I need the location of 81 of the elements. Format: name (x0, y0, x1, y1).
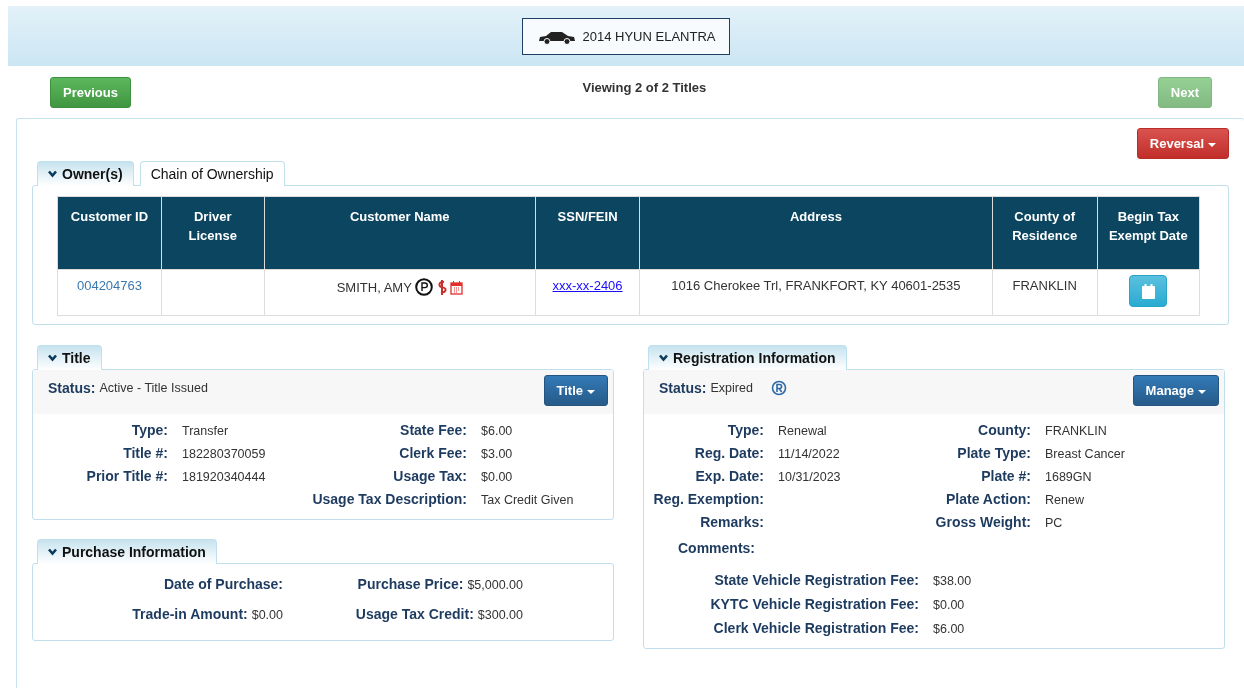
field-label: Purchase Price: (357, 576, 464, 592)
calendar-button[interactable] (1129, 275, 1168, 307)
field-label: Plate Type: (956, 445, 1031, 461)
section-tab[interactable]: Purchase Information (37, 539, 217, 564)
dollar-icon (435, 278, 447, 296)
field-label: Usage Tax: (392, 468, 467, 484)
viewing-count: Viewing 2 of 2 Titles (582, 80, 707, 95)
field-label: State Vehicle Registration Fee: (713, 572, 919, 588)
field-value: $0.00 (933, 598, 966, 612)
table-cell: FRANKLIN (992, 269, 1098, 316)
customer-name: SMITH, AMY (336, 279, 412, 295)
field-value: $38.00 (933, 574, 973, 588)
status-value: Active - Title Issued (99, 381, 208, 395)
tab[interactable]: Chain of Ownership (139, 161, 285, 186)
registered-icon (770, 380, 787, 396)
field-value: $6.00 (481, 424, 514, 438)
column-header: SSN/FEIN (535, 196, 640, 270)
field-label: Clerk Vehicle Registration Fee: (712, 620, 919, 636)
manage-button[interactable]: Manage (1132, 375, 1219, 406)
field-value: 10/31/2023 (778, 470, 842, 484)
field-value: PC (1045, 516, 1064, 530)
section-tab[interactable]: Title (37, 345, 102, 370)
title-menu-button[interactable]: Title (543, 375, 608, 406)
field-value: $0.00 (251, 608, 283, 622)
field-value: $300.00 (477, 608, 523, 622)
field-value: 182280370059 (182, 447, 267, 461)
table-cell: 004204763 (57, 269, 162, 316)
calendar-icon (1141, 283, 1155, 299)
chevron-icon (48, 547, 57, 556)
reversal-button[interactable]: Reversal (1136, 128, 1229, 159)
field-label: Type: (726, 422, 764, 438)
vehicle-name: 2014 HYUN ELANTRA (582, 28, 716, 44)
field-value: $5,000.00 (467, 578, 523, 592)
status-label: Status: (659, 380, 707, 396)
field-label: KYTC Vehicle Registration Fee: (709, 596, 919, 612)
tab[interactable]: Owner(s) (37, 161, 134, 186)
column-header: Customer Name (264, 196, 536, 270)
field-value: $0.00 (481, 470, 514, 484)
parking-icon (414, 278, 433, 296)
field-label: County: (977, 422, 1031, 438)
field-label: Type: (130, 422, 168, 438)
chevron-icon (48, 169, 57, 178)
field-label: Trade-in Amount: (132, 606, 248, 622)
field-value: 1689GN (1045, 470, 1093, 484)
field-label: Prior Title #: (85, 468, 168, 484)
field-value: Transfer (182, 424, 230, 438)
field-label: Reg. Exemption: (652, 491, 764, 507)
field-value: Renew (1045, 493, 1085, 507)
field-label: Date of Purchase: (163, 576, 283, 592)
field-value: FRANKLIN (1045, 424, 1108, 438)
field-value: Tax Credit Given (481, 493, 575, 507)
field-label: Exp. Date: (694, 468, 764, 484)
column-header: Driver License (161, 196, 264, 270)
field-label: Remarks: (699, 514, 764, 530)
status-value: Expired (710, 381, 753, 395)
column-header: Begin Tax Exempt Date (1097, 196, 1200, 270)
field-label: Gross Weight: (934, 514, 1031, 530)
field-label: Usage Tax Description: (311, 491, 467, 507)
chevron-icon (48, 353, 57, 362)
column-header: Customer ID (57, 196, 162, 270)
field-label: Plate #: (980, 468, 1031, 484)
calendar-icon (449, 279, 463, 295)
field-label: Title #: (122, 445, 168, 461)
field-label: Usage Tax Credit: (355, 606, 474, 622)
field-value: Breast Cancer (1045, 447, 1126, 461)
field-label: State Fee: (399, 422, 467, 438)
field-value: Renewal (778, 424, 828, 438)
field-label: Comments: (678, 540, 755, 556)
section-tab[interactable]: Registration Information (648, 345, 847, 370)
field-value: $3.00 (481, 447, 514, 461)
field-label: Reg. Date: (693, 445, 764, 461)
column-header: County of Residence (992, 196, 1098, 270)
field-value: 11/14/2022 (778, 447, 841, 461)
status-label: Status: (48, 380, 96, 396)
field-value: 181920340444 (182, 470, 267, 484)
table-cell: 1016 Cherokee Trl, FRANKFORT, KY 40601-2535 (639, 269, 993, 316)
field-label: Plate Action: (944, 491, 1031, 507)
chevron-icon (659, 353, 668, 362)
field-value: $6.00 (933, 622, 966, 636)
field-label: Clerk Fee: (398, 445, 467, 461)
column-header: Address (639, 196, 993, 270)
